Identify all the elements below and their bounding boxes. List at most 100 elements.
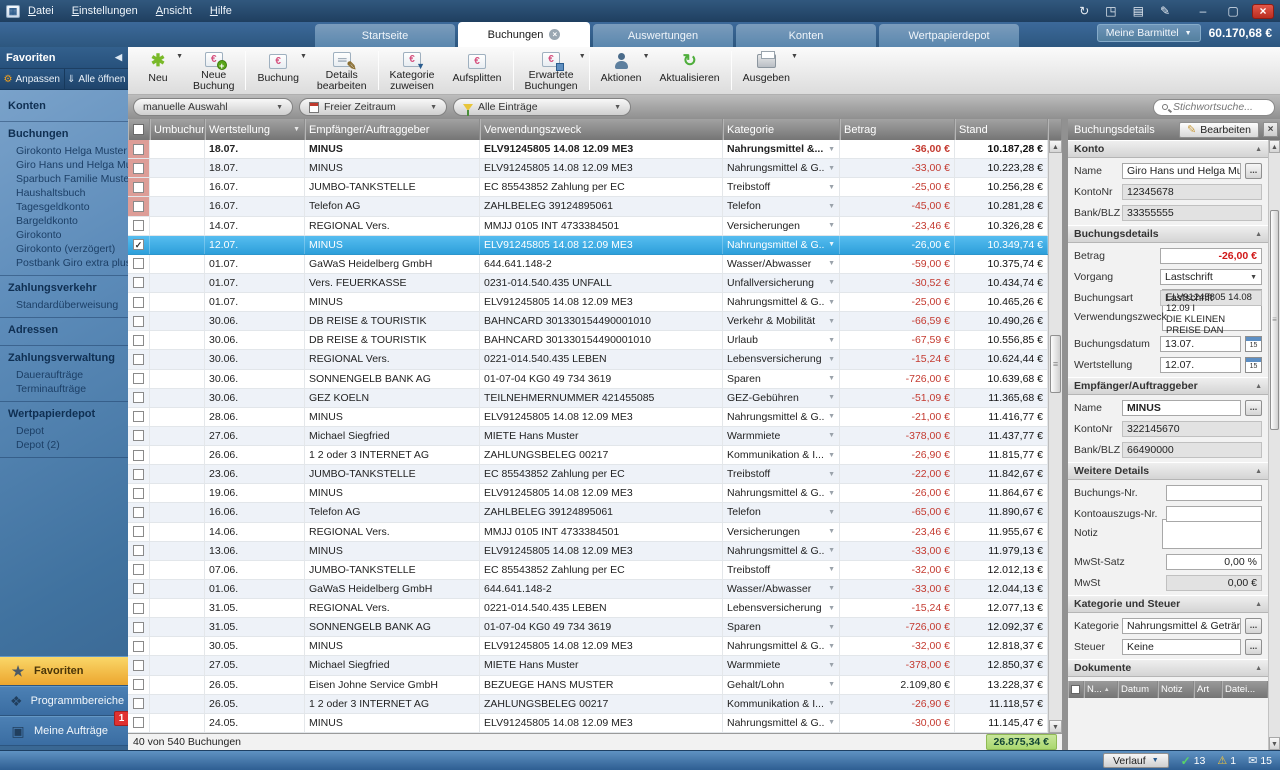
table-row[interactable]: 30.06.GEZ KOELNTEILNEHMERNUMMER 42145508… — [128, 389, 1048, 408]
calendar-icon[interactable]: 15 — [1245, 357, 1262, 373]
status-counter-mail[interactable]: ✉15 — [1248, 754, 1272, 768]
wertstellung-field[interactable]: 12.07. — [1160, 357, 1241, 373]
cell-kategorie[interactable]: Treibstoff▼ — [723, 465, 840, 483]
row-checkbox[interactable] — [128, 637, 150, 655]
calendar-icon[interactable]: 15 — [1245, 336, 1262, 352]
aufsplitten-button[interactable]: €Aufsplitten — [443, 47, 510, 94]
cell-kategorie[interactable]: Sparen▼ — [723, 370, 840, 388]
row-checkbox[interactable] — [128, 523, 150, 541]
kategorie-browse-button[interactable]: ... — [1245, 618, 1262, 634]
menu-datei[interactable]: Datei — [28, 5, 54, 17]
cell-kategorie[interactable]: GEZ-Gebühren▼ — [723, 389, 840, 407]
section-empfaenger[interactable]: Empfänger/Auftraggeber▲ — [1068, 377, 1268, 395]
row-checkbox[interactable] — [128, 561, 150, 579]
dokumente-column-3[interactable]: Notiz — [1158, 681, 1194, 698]
verlauf-button[interactable]: Verlauf ▼ — [1103, 753, 1169, 768]
table-row[interactable]: 14.07.REGIONAL Vers.MMJJ 0105 INT 473338… — [128, 217, 1048, 236]
cell-kategorie[interactable]: Nahrungsmittel & G...▼ — [723, 542, 840, 560]
table-row[interactable]: 16.06.Telefon AGZAHLBELEG 39124895061Tel… — [128, 503, 1048, 522]
table-scrollbar[interactable]: ▲ ▼ — [1048, 140, 1062, 733]
nav-favoriten[interactable]: ★Favoriten — [0, 656, 128, 686]
row-checkbox[interactable]: ✓ — [128, 236, 150, 254]
row-checkbox[interactable] — [128, 331, 150, 349]
sidebar-section-adressen[interactable]: Adressen — [0, 318, 128, 340]
sidebar-item[interactable]: Tagesgeldkonto — [0, 200, 128, 214]
row-checkbox[interactable] — [128, 427, 150, 445]
cell-kategorie[interactable]: Sparen▼ — [723, 618, 840, 636]
table-row[interactable]: 01.07.MINUSELV91245805 14.08 12.09 ME3Na… — [128, 293, 1048, 312]
sidebar-item[interactable]: Sparbuch Familie Muster — [0, 172, 128, 186]
table-row[interactable]: 23.06.JUMBO-TANKSTELLEEC 85543852 Zahlun… — [128, 465, 1048, 484]
row-checkbox[interactable] — [128, 656, 150, 674]
sidebar-item[interactable]: Standardüberweisung — [0, 298, 128, 312]
table-row[interactable]: 24.05.MINUSELV91245805 14.08 12.09 ME3Na… — [128, 714, 1048, 733]
row-checkbox[interactable] — [128, 618, 150, 636]
betrag-field[interactable]: -26,00 € — [1160, 248, 1262, 264]
details-scrollbar[interactable]: ▲ ▼ — [1268, 140, 1280, 750]
filter-dropdown-1[interactable]: manuelle Auswahl▼ — [133, 98, 293, 116]
cell-kategorie[interactable]: Lebensversicherung▼ — [723, 350, 840, 368]
sidebar-item[interactable]: Haushaltsbuch — [0, 186, 128, 200]
search-input[interactable]: Stichwortsuche... — [1153, 99, 1275, 116]
sidebar-section-zahlungsverwaltung[interactable]: Zahlungsverwaltung — [0, 346, 128, 368]
sidebar-item[interactable]: Girokonto Helga Muster — [0, 144, 128, 158]
steuer-field[interactable]: Keine — [1122, 639, 1241, 655]
nav-meine-aufträge[interactable]: ▣Meine Aufträge1 — [0, 716, 128, 746]
sidebar-item[interactable]: Depot — [0, 424, 128, 438]
table-row[interactable]: 27.06.Michael SiegfriedMIETE Hans Muster… — [128, 427, 1048, 446]
table-row[interactable]: 16.07.Telefon AGZAHLBELEG 39124895061Tel… — [128, 197, 1048, 216]
cell-kategorie[interactable]: Treibstoff▼ — [723, 178, 840, 196]
refresh-icon[interactable]: ↻ — [1079, 4, 1089, 18]
row-checkbox[interactable] — [128, 465, 150, 483]
aktualisieren-button[interactable]: ↻Aktualisieren — [651, 47, 729, 94]
chevron-down-icon[interactable]: ▼ — [300, 53, 307, 60]
table-row[interactable]: ✓12.07.MINUSELV91245805 14.08 12.09 ME3N… — [128, 236, 1048, 255]
cell-kategorie[interactable]: Telefon▼ — [723, 197, 840, 215]
table-row[interactable]: 26.05.1 2 oder 3 INTERNET AGZAHLUNGSBELE… — [128, 695, 1048, 714]
cell-kategorie[interactable]: Telefon▼ — [723, 503, 840, 521]
dokumente-select-all[interactable] — [1068, 681, 1084, 698]
tab-startseite[interactable]: Startseite — [315, 24, 455, 47]
table-row[interactable]: 30.06.REGIONAL Vers.0221-014.540.435 LEB… — [128, 350, 1048, 369]
cell-kategorie[interactable]: Treibstoff▼ — [723, 561, 840, 579]
scroll-down-icon[interactable]: ▼ — [1049, 720, 1062, 733]
table-row[interactable]: 30.06.DB REISE & TOURISTIKBAHNCARD 30133… — [128, 312, 1048, 331]
tab-konten[interactable]: Konten — [736, 24, 876, 47]
konto-browse-button[interactable]: ... — [1245, 163, 1262, 179]
scroll-up-icon[interactable]: ▲ — [1049, 140, 1062, 153]
cell-kategorie[interactable]: Nahrungsmittel & G...▼ — [723, 236, 840, 254]
row-checkbox[interactable] — [128, 599, 150, 617]
menu-ansicht[interactable]: Ansicht — [156, 5, 192, 17]
row-checkbox[interactable] — [128, 580, 150, 598]
column-header-Betrag[interactable]: Betrag — [840, 119, 955, 140]
row-checkbox[interactable] — [128, 312, 150, 330]
section-buchungsdetails[interactable]: Buchungsdetails▲ — [1068, 225, 1268, 243]
menu-hilfe[interactable]: Hilfe — [210, 5, 232, 17]
table-row[interactable]: 13.06.MINUSELV91245805 14.08 12.09 ME3Na… — [128, 542, 1048, 561]
verwendungszweck-textarea[interactable]: ELV91245805 14.08 12.09 I DIE KLEINEN PR… — [1162, 289, 1262, 331]
table-row[interactable]: 27.05.Michael SiegfriedMIETE Hans Muster… — [128, 656, 1048, 675]
cell-kategorie[interactable]: Versicherungen▼ — [723, 217, 840, 235]
chevron-down-icon[interactable]: ▼ — [643, 53, 650, 60]
neue-buchung-button[interactable]: €+Neue Buchung — [184, 47, 243, 94]
erwartete-buchungen-button[interactable]: €Erwartete Buchungen▼ — [516, 47, 587, 94]
section-weitere-details[interactable]: Weitere Details▲ — [1068, 462, 1268, 480]
cell-kategorie[interactable]: Kommunikation & I...▼ — [723, 446, 840, 464]
table-row[interactable]: 01.07.GaWaS Heidelberg GmbH644.641.148-2… — [128, 255, 1048, 274]
chevron-down-icon[interactable]: ▼ — [579, 53, 586, 60]
chevron-down-icon[interactable]: ▼ — [176, 53, 183, 60]
column-header-Umbuchung[interactable]: Umbuchung — [150, 119, 205, 140]
row-checkbox[interactable] — [128, 676, 150, 694]
alle-oeffnen-button[interactable]: ⇓Alle öffnen — [64, 69, 129, 89]
row-checkbox[interactable] — [128, 714, 150, 732]
column-header-Kategorie[interactable]: Kategorie — [723, 119, 840, 140]
table-row[interactable]: 31.05.SONNENGELB BANK AG01-07-04 KG0 49 … — [128, 618, 1048, 637]
sidebar-item[interactable]: Bargeldkonto — [0, 214, 128, 228]
cell-kategorie[interactable]: Gehalt/Lohn▼ — [723, 676, 840, 694]
empfaenger-browse-button[interactable]: ... — [1245, 400, 1262, 416]
table-row[interactable]: 26.06.1 2 oder 3 INTERNET AGZAHLUNGSBELE… — [128, 446, 1048, 465]
select-all-checkbox[interactable] — [133, 124, 144, 135]
status-counter-warning[interactable]: ⚠1 — [1217, 754, 1236, 768]
scrollbar-thumb[interactable] — [1050, 335, 1061, 393]
cell-kategorie[interactable]: Nahrungsmittel &...▼ — [723, 140, 840, 158]
